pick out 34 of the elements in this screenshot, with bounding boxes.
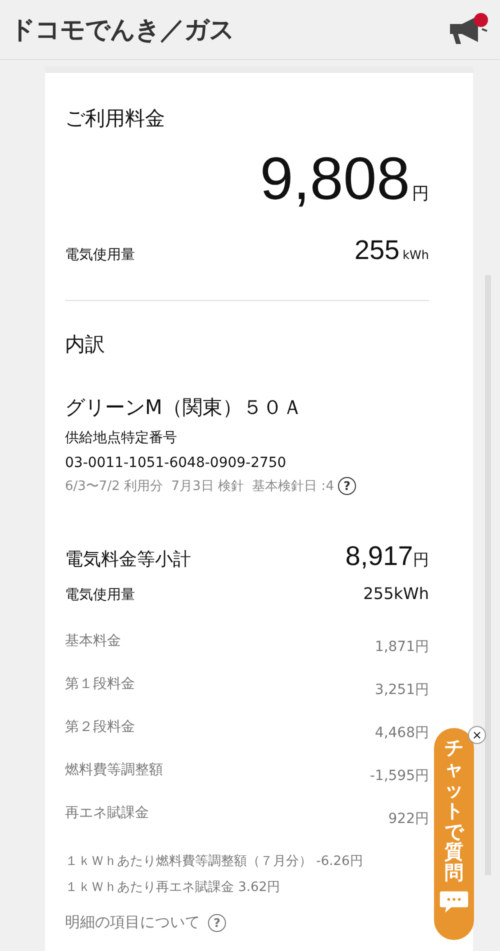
usage-unit: kWh [402,248,429,262]
total-amount: 9,808 [260,144,410,213]
currency-unit: 円 [412,183,429,205]
section-title: 内訳 [65,331,106,358]
subtotal-amount: 8,917 [345,541,413,571]
charge-label: 第２段料金 [65,718,135,736]
usage-value: 255 [354,235,400,265]
chat-bubble-icon [439,890,469,914]
usage-label: 電気使用量 [65,586,135,604]
supply-point-label: 供給地点特定番号 [65,429,178,447]
charge-value: 1,871円 [374,638,429,656]
billing-period: 6/3〜7/2 利用分 7月3日 検針 基本検針日 :4 [65,478,334,495]
charge-value: -1,595円 [370,767,429,785]
supply-point-number: 03-0011-1051-6048-0909-2750 [65,455,288,471]
charge-value: 4,468円 [374,724,429,742]
usage-label: 電気使用量 [65,246,135,264]
charge-value: 922円 [388,810,429,828]
section-title: ご利用料金 [65,105,166,132]
currency-unit: 円 [413,550,429,569]
details-link[interactable]: 明細の項目について [65,913,200,932]
logo[interactable]: ドコモでんき／ガス [10,13,234,46]
charge-label: 再エネ賦課金 [65,804,149,822]
usage-value: 255kWh [363,584,429,603]
plan-name: グリーンM（関東）５０Ａ [65,394,304,421]
subtotal-label: 電気料金等小計 [65,548,191,571]
charge-label: 燃料費等調整額 [65,761,163,779]
help-icon[interactable]: ? [338,477,356,495]
charge-value: 3,251円 [374,681,429,699]
charge-label: 第１段料金 [65,675,135,693]
rate-note: １ｋＷｈあたり再エネ賦課金 3.62円 [65,879,282,897]
rate-note: １ｋＷｈあたり燃料費等調整額（７月分） -6.26円 [65,853,364,871]
scrollbar[interactable] [485,275,491,875]
charge-label: 基本料金 [65,632,121,650]
help-icon[interactable]: ? [208,914,226,932]
